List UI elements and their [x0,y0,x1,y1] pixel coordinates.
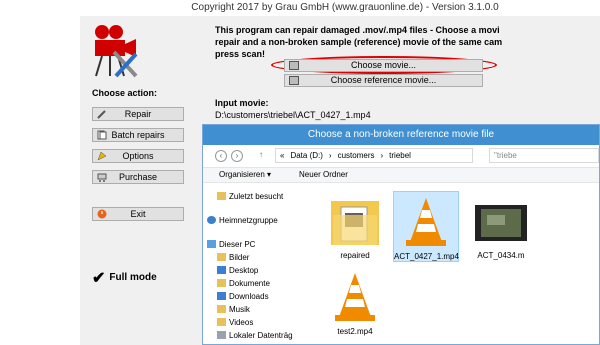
purchase-button-label: Purchase [118,172,158,182]
vlc-cone-icon [406,198,446,246]
documents-icon [97,130,107,140]
choose-reference-label: Choose reference movie... [330,75,437,85]
back-icon[interactable]: ‹ [215,150,227,162]
up-arrow-icon[interactable]: ↑ [255,150,267,162]
nav-item-homegroup-label: Heimnetzgruppe [219,216,278,225]
nav-item-this-pc-label: Dieser PC [219,240,256,249]
exit-button[interactable]: Exit [92,207,184,221]
desktop-icon [217,266,226,274]
breadcrumb-item-data-d[interactable]: Data (D:) [290,151,322,160]
nav-item-pictures-label: Bilder [229,253,250,262]
repair-button-label: Repair [124,109,152,119]
nav-item-desktop-label: Desktop [229,266,259,275]
batch-repairs-button[interactable]: Batch repairs [92,128,184,142]
file-item-act-0434[interactable]: ACT_0434.m [469,191,533,260]
nav-item-downloads[interactable]: Downloads [217,291,269,303]
options-icon [97,151,107,161]
options-button[interactable]: Options [92,149,184,163]
forward-icon[interactable]: › [231,150,243,162]
nav-item-pictures[interactable]: Bilder [217,252,249,264]
computer-icon [207,240,216,248]
file-name: repaired [340,251,370,260]
new-folder-button[interactable]: Neuer Ordner [299,168,348,182]
address-bar: ‹ › ↑ « Data (D:) › customers › triebel "trie… [203,145,599,167]
choose-action-label: Choose action: [92,88,158,98]
nav-item-recent-label: Zuletzt besucht [229,192,284,201]
nav-item-documents-label: Dokumente [229,279,270,288]
navigation-pane: Zuletzt besucht Heimnetzgruppe Dieser PC… [203,183,303,345]
title-bar: Copyright 2017 by Grau GmbH (www.grauonl… [80,0,600,16]
file-item-test2[interactable]: test2.mp4 [323,267,387,336]
file-name: test2.mp4 [337,327,373,336]
film-icon [289,76,299,85]
full-mode-label: Full mode [109,272,157,283]
breadcrumb-separator: › [328,151,332,160]
purchase-button[interactable]: Purchase [92,170,184,184]
folder-icon [217,192,226,200]
choose-reference-movie-button[interactable]: Choose reference movie... [284,74,483,87]
wrench-icon [97,110,106,119]
organize-menu[interactable]: Organisieren ▾ [219,168,271,182]
breadcrumb-separator: › [380,151,384,160]
checkmark-icon: ✔ [92,270,106,287]
nav-item-videos[interactable]: Videos [217,317,253,329]
input-movie-path: D:\customers\triebel\ACT_0427_1.mp4 [215,110,371,120]
breadcrumb[interactable]: « Data (D:) › customers › triebel [275,148,473,163]
sidebar: Choose action: Repair Batch repairs Opti… [80,16,205,345]
music-icon [217,305,226,313]
repair-button[interactable]: Repair [92,107,184,121]
film-icon [289,61,299,70]
choose-movie-label: Choose movie... [350,60,417,70]
folder-icon [217,279,226,287]
nav-item-documents[interactable]: Dokumente [217,278,270,290]
info-text: This program can repair damaged .mov/.mp… [215,25,503,59]
nav-item-this-pc[interactable]: Dieser PC [207,239,255,251]
file-item-act-0427-1[interactable]: ACT_0427_1.mp4 [393,191,459,262]
file-name: ACT_0427_1.mp4 [394,252,459,261]
video-folder-icon [217,318,226,326]
video-thumbnail-icon [475,205,527,241]
camera-repair-logo-icon [95,25,138,78]
homegroup-icon [207,216,216,224]
full-mode-indicator: ✔ Full mode [92,268,157,288]
nav-item-local-disk-label: Lokaler Datenträg [229,331,293,340]
dialog-title: Choose a non-broken reference movie file [203,125,599,145]
cart-icon [97,173,107,182]
nav-item-downloads-label: Downloads [229,292,269,301]
nav-item-music[interactable]: Musik [217,304,250,316]
breadcrumb-item-triebel[interactable]: triebel [389,151,411,160]
nav-item-recent[interactable]: Zuletzt besucht [217,191,283,203]
nav-item-videos-label: Videos [229,318,254,327]
file-list: repaired ACT_0427_1.mp4 ACT_0434.m test2… [307,183,599,345]
drive-icon [217,331,226,339]
file-item-repaired[interactable]: repaired [323,191,387,260]
file-name: ACT_0434.m [477,251,525,260]
vlc-cone-icon [335,273,375,321]
exit-button-label: Exit [130,209,146,219]
nav-item-desktop[interactable]: Desktop [217,265,258,277]
dialog-toolbar: Organisieren ▾ Neuer Ordner [203,167,599,183]
nav-item-music-label: Musik [229,305,250,314]
nav-item-local-disk[interactable]: Lokaler Datenträg [217,330,293,342]
folder-icon [217,253,226,261]
batch-repairs-button-label: Batch repairs [111,130,165,140]
window-title: Copyright 2017 by Grau GmbH (www.grauonl… [191,2,499,13]
breadcrumb-item-customers[interactable]: customers [338,151,375,160]
download-icon [217,292,226,300]
power-icon [97,209,107,219]
nav-item-homegroup[interactable]: Heimnetzgruppe [207,215,278,227]
file-dialog: Choose a non-broken reference movie file… [202,124,600,345]
choose-movie-button[interactable]: Choose movie... [284,59,483,72]
input-movie-label: Input movie: [215,98,269,108]
options-button-label: Options [122,151,154,161]
breadcrumb-overflow: « [280,151,285,160]
folder-icon [331,201,379,245]
search-input[interactable]: "triebe [489,148,599,163]
